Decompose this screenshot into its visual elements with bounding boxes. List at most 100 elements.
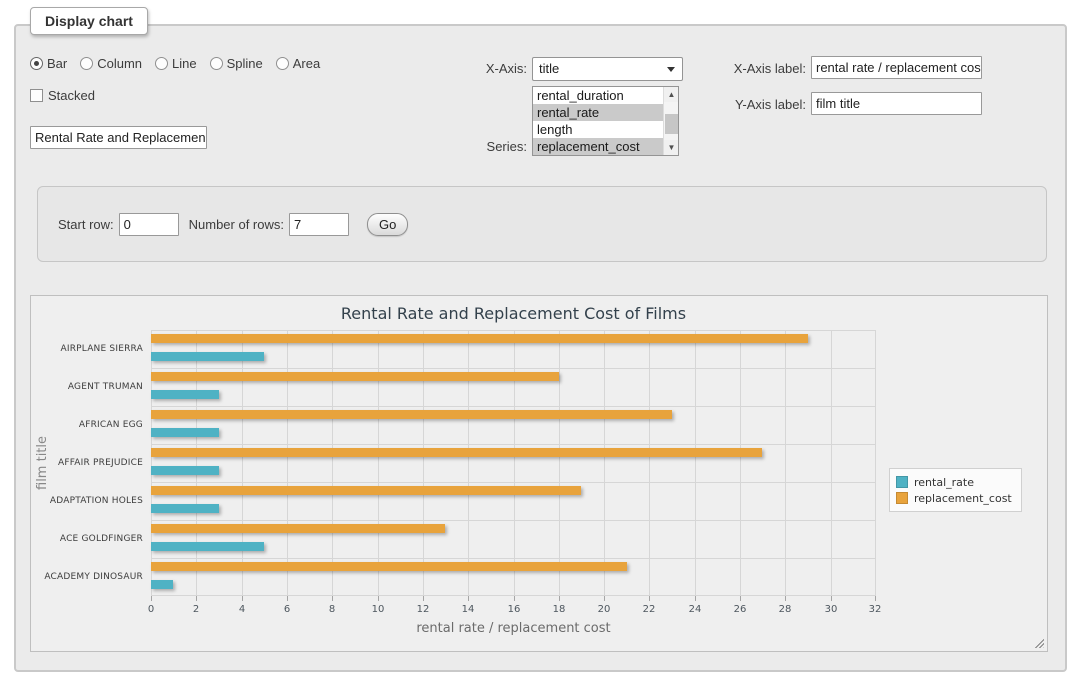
y-category-label: AFRICAN EGG bbox=[37, 420, 143, 430]
series-option-replacement-cost[interactable]: replacement_cost bbox=[533, 138, 663, 155]
fieldset-legend: Display chart bbox=[30, 7, 148, 35]
go-button[interactable]: Go bbox=[367, 213, 408, 236]
listbox-scrollbar[interactable]: ▲ ▼ bbox=[663, 87, 678, 155]
x-axis-label-caption: X-Axis label: bbox=[716, 61, 806, 76]
legend-swatch bbox=[896, 476, 908, 488]
x-tick-label: 26 bbox=[725, 604, 755, 615]
resize-handle-icon[interactable] bbox=[1033, 637, 1044, 648]
radio-icon[interactable] bbox=[30, 57, 43, 70]
chart-title: Rental Rate and Replacement Cost of Film… bbox=[151, 304, 876, 323]
x-tick-mark bbox=[695, 596, 696, 601]
gridline bbox=[423, 330, 424, 596]
x-tick-mark bbox=[514, 596, 515, 601]
series-option-length[interactable]: length bbox=[533, 121, 663, 138]
stacked-label: Stacked bbox=[48, 88, 95, 103]
gridline bbox=[831, 330, 832, 596]
chart-type-label: Area bbox=[293, 56, 320, 71]
chart-legend: rental_ratereplacement_cost bbox=[889, 468, 1022, 512]
gridline bbox=[151, 368, 876, 369]
chart-type-radio-group: Bar Column Line Spline Area bbox=[30, 56, 320, 71]
x-tick-mark bbox=[785, 596, 786, 601]
x-tick-label: 20 bbox=[589, 604, 619, 615]
x-tick-mark bbox=[196, 596, 197, 601]
page: Display chart Bar Column Line Spline Are… bbox=[0, 0, 1081, 681]
gridline bbox=[740, 330, 741, 596]
x-tick-label: 24 bbox=[680, 604, 710, 615]
bar-rental_rate bbox=[151, 390, 219, 399]
legend-item-replacement_cost[interactable]: replacement_cost bbox=[896, 490, 1012, 506]
legend-label: rental_rate bbox=[914, 476, 974, 489]
radio-icon[interactable] bbox=[276, 57, 289, 70]
y-category-label: AIRPLANE SIERRA bbox=[37, 344, 143, 354]
gridline bbox=[151, 558, 876, 559]
y-category-label: AGENT TRUMAN bbox=[37, 382, 143, 392]
chart-type-radio-spline[interactable]: Spline bbox=[210, 56, 263, 71]
x-axis-selected-value: title bbox=[539, 61, 559, 76]
x-tick-mark bbox=[151, 596, 152, 601]
scroll-down-icon[interactable]: ▼ bbox=[664, 140, 679, 155]
gridline bbox=[151, 444, 876, 445]
series-option-rental-duration[interactable]: rental_duration bbox=[533, 87, 663, 104]
x-tick-label: 4 bbox=[227, 604, 257, 615]
bar-rental_rate bbox=[151, 352, 264, 361]
gridline bbox=[151, 406, 876, 407]
x-tick-mark bbox=[559, 596, 560, 601]
row-range-panel: Start row: 0 Number of rows: 7 Go bbox=[37, 186, 1047, 262]
x-tick-label: 32 bbox=[860, 604, 890, 615]
x-tick-label: 30 bbox=[816, 604, 846, 615]
gridline bbox=[785, 330, 786, 596]
legend-swatch bbox=[896, 492, 908, 504]
chart-type-radio-area[interactable]: Area bbox=[276, 56, 320, 71]
x-axis-title: rental rate / replacement cost bbox=[151, 621, 876, 636]
chart-type-radio-column[interactable]: Column bbox=[80, 56, 142, 71]
gridline bbox=[242, 330, 243, 596]
start-row-input[interactable]: 0 bbox=[119, 213, 179, 236]
gridline bbox=[151, 520, 876, 521]
bar-replacement_cost bbox=[151, 372, 559, 381]
gridline bbox=[468, 330, 469, 596]
x-tick-mark bbox=[875, 596, 876, 601]
chevron-down-icon bbox=[667, 67, 675, 72]
gridline bbox=[151, 330, 876, 331]
y-category-label: ADAPTATION HOLES bbox=[37, 496, 143, 506]
stacked-checkbox[interactable] bbox=[30, 89, 43, 102]
radio-icon[interactable] bbox=[210, 57, 223, 70]
num-rows-input[interactable]: 7 bbox=[289, 213, 349, 236]
x-axis-label-input[interactable]: rental rate / replacement cost bbox=[811, 56, 982, 79]
bar-replacement_cost bbox=[151, 486, 581, 495]
bar-rental_rate bbox=[151, 542, 264, 551]
radio-icon[interactable] bbox=[80, 57, 93, 70]
bar-rental_rate bbox=[151, 580, 173, 589]
series-option-rental-rate[interactable]: rental_rate bbox=[533, 104, 663, 121]
chart-type-radio-bar[interactable]: Bar bbox=[30, 56, 67, 71]
y-axis-label-input[interactable]: film title bbox=[811, 92, 982, 115]
bar-rental_rate bbox=[151, 428, 219, 437]
gridline bbox=[604, 330, 605, 596]
x-tick-mark bbox=[468, 596, 469, 601]
chart-type-radio-line[interactable]: Line bbox=[155, 56, 197, 71]
x-tick-label: 12 bbox=[408, 604, 438, 615]
y-category-label: ACE GOLDFINGER bbox=[37, 534, 143, 544]
bar-rental_rate bbox=[151, 466, 219, 475]
start-row-label: Start row: bbox=[58, 217, 114, 232]
chart-title-input[interactable]: Rental Rate and Replacemen bbox=[30, 126, 207, 149]
chart-type-label: Line bbox=[172, 56, 197, 71]
x-tick-mark bbox=[831, 596, 832, 601]
gridline bbox=[287, 330, 288, 596]
scrollbar-thumb[interactable] bbox=[665, 114, 678, 134]
gridline bbox=[514, 330, 515, 596]
y-axis-label-caption: Y-Axis label: bbox=[716, 97, 806, 112]
y-category-label: AFFAIR PREJUDICE bbox=[37, 458, 143, 468]
series-listbox[interactable]: rental_duration rental_rate length repla… bbox=[532, 86, 679, 156]
legend-item-rental_rate[interactable]: rental_rate bbox=[896, 474, 1012, 490]
gridline bbox=[649, 330, 650, 596]
chart-type-label: Column bbox=[97, 56, 142, 71]
x-tick-mark bbox=[378, 596, 379, 601]
series-listbox-label: Series: bbox=[440, 139, 527, 154]
x-axis-select[interactable]: title bbox=[532, 57, 683, 81]
scroll-up-icon[interactable]: ▲ bbox=[664, 87, 679, 102]
stacked-checkbox-row[interactable]: Stacked bbox=[30, 88, 95, 103]
radio-icon[interactable] bbox=[155, 57, 168, 70]
x-axis-select-label: X-Axis: bbox=[440, 61, 527, 76]
gridline bbox=[332, 330, 333, 596]
